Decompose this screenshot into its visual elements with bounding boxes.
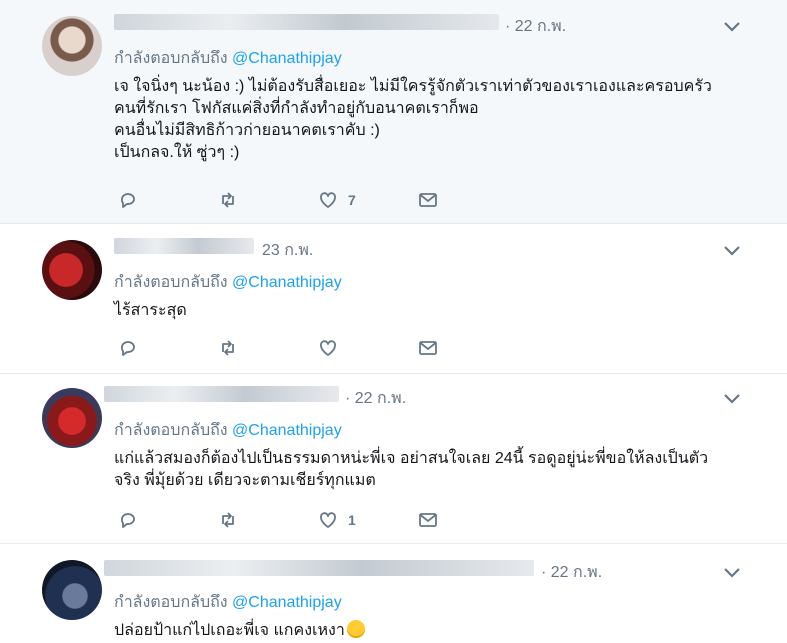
tweet-line: คนอื่นไม่มีสิทธิก้าวก่ายอนาคตเราคับ :) xyxy=(114,122,380,139)
chevron-down-icon[interactable] xyxy=(722,566,742,580)
retweet-icon xyxy=(222,192,234,208)
tweet-line: เจ ใจนิ่งๆ นะน้อง :) ไม่ต้องรับสื่อเยอะ … xyxy=(114,78,712,95)
avatar[interactable] xyxy=(42,240,102,300)
reply-prefix: กำลังตอบกลับถึง xyxy=(114,274,228,291)
retweet-button[interactable] xyxy=(218,338,238,358)
tweet-text: แก่แล้วสมองก็ต้องไปเป็นธรรมดาหน่ะพี่เจ อ… xyxy=(114,448,754,492)
reply-handle-link[interactable]: @Chanathipjay xyxy=(232,594,342,611)
tweet-reply[interactable]: 23 ก.พ. กำลังตอบกลับถึง @Chanathipjay ไร… xyxy=(0,224,787,374)
chevron-down-icon[interactable] xyxy=(722,20,742,34)
like-count: 7 xyxy=(348,192,356,208)
direct-message-icon xyxy=(419,193,437,207)
direct-message-icon xyxy=(419,341,437,355)
replying-to: กำลังตอบกลับถึง @Chanathipjay xyxy=(114,590,342,615)
tweet-actions xyxy=(118,338,538,360)
tweet-line: ปล่อยป้าแก่ไปเถอะพี่เจ แกคงเหงา xyxy=(114,622,345,639)
avatar[interactable] xyxy=(42,16,102,76)
avatar[interactable] xyxy=(42,560,102,620)
like-button[interactable] xyxy=(318,338,348,358)
tweet-line: ไร้สาระสุด xyxy=(114,302,187,319)
tweet-reply[interactable]: · 22 ก.พ. กำลังตอบกลับถึง @Chanathipjay … xyxy=(0,544,787,643)
reply-handle-link[interactable]: @Chanathipjay xyxy=(232,274,342,291)
reply-handle-link[interactable]: @Chanathipjay xyxy=(232,422,342,439)
direct-message-icon xyxy=(419,513,437,527)
heart-icon xyxy=(320,192,336,208)
chevron-down-icon[interactable] xyxy=(722,392,742,406)
reply-button[interactable] xyxy=(118,510,138,530)
tweet-actions: 7 xyxy=(118,190,538,212)
retweet-button[interactable] xyxy=(218,510,238,530)
sweat-smile-emoji xyxy=(346,620,365,638)
tweet-timestamp[interactable]: · 22 ก.พ. xyxy=(345,386,406,411)
tweet-reply[interactable]: · 22 ก.พ. กำลังตอบกลับถึง @Chanathipjay … xyxy=(0,0,787,224)
tweet-line: คนที่รักเรา โฟกัสแค่สิ่งที่กำลังทำอยู่กั… xyxy=(114,100,479,117)
tweet-line: เป็นกลจ.ให้ ซู่วๆ :) xyxy=(114,144,240,161)
tweet-line: แก่แล้วสมองก็ต้องไปเป็นธรรมดาหน่ะพี่เจ อ… xyxy=(114,450,709,467)
replying-to: กำลังตอบกลับถึง @Chanathipjay xyxy=(114,270,342,295)
replying-to: กำลังตอบกลับถึง @Chanathipjay xyxy=(114,46,342,71)
reply-button[interactable] xyxy=(118,190,138,210)
like-count: 1 xyxy=(348,512,356,528)
blurred-author-name xyxy=(114,238,254,254)
reply-icon xyxy=(121,513,135,528)
replying-to: กำลังตอบกลับถึง @Chanathipjay xyxy=(114,418,342,443)
tweet-text: ไร้สาระสุด xyxy=(114,300,754,322)
heart-icon xyxy=(320,340,336,356)
tweet-timestamp[interactable]: 23 ก.พ. xyxy=(262,238,313,263)
retweet-button[interactable] xyxy=(218,190,238,210)
reply-handle-link[interactable]: @Chanathipjay xyxy=(232,50,342,67)
like-button[interactable]: 1 xyxy=(318,510,356,530)
reply-prefix: กำลังตอบกลับถึง xyxy=(114,50,228,67)
blurred-author-name xyxy=(104,386,339,402)
direct-message-button[interactable] xyxy=(418,190,438,210)
retweet-icon xyxy=(222,340,234,356)
tweet-line: จริง พี่มุ้ยด้วย เดียวจะตามเชียร์ทุกแมต xyxy=(114,472,376,489)
reply-button[interactable] xyxy=(118,338,138,358)
reply-prefix: กำลังตอบกลับถึง xyxy=(114,422,228,439)
direct-message-button[interactable] xyxy=(418,510,438,530)
reply-icon xyxy=(121,193,135,208)
like-button[interactable]: 7 xyxy=(318,190,356,210)
reply-prefix: กำลังตอบกลับถึง xyxy=(114,594,228,611)
tweet-timestamp[interactable]: · 22 ก.พ. xyxy=(541,560,602,585)
heart-icon xyxy=(320,512,336,528)
blurred-author-name xyxy=(114,14,499,30)
tweet-text: เจ ใจนิ่งๆ นะน้อง :) ไม่ต้องรับสื่อเยอะ … xyxy=(114,76,754,164)
direct-message-button[interactable] xyxy=(418,338,438,358)
tweet-timestamp[interactable]: · 22 ก.พ. xyxy=(505,14,566,39)
tweet-reply[interactable]: · 22 ก.พ. กำลังตอบกลับถึง @Chanathipjay … xyxy=(0,374,787,544)
avatar[interactable] xyxy=(42,388,102,448)
tweet-text: ปล่อยป้าแก่ไปเถอะพี่เจ แกคงเหงา xyxy=(114,620,754,642)
retweet-icon xyxy=(222,512,234,528)
blurred-author-name xyxy=(104,560,534,576)
reply-icon xyxy=(121,341,135,356)
chevron-down-icon[interactable] xyxy=(722,244,742,258)
tweet-actions: 1 xyxy=(118,510,538,532)
